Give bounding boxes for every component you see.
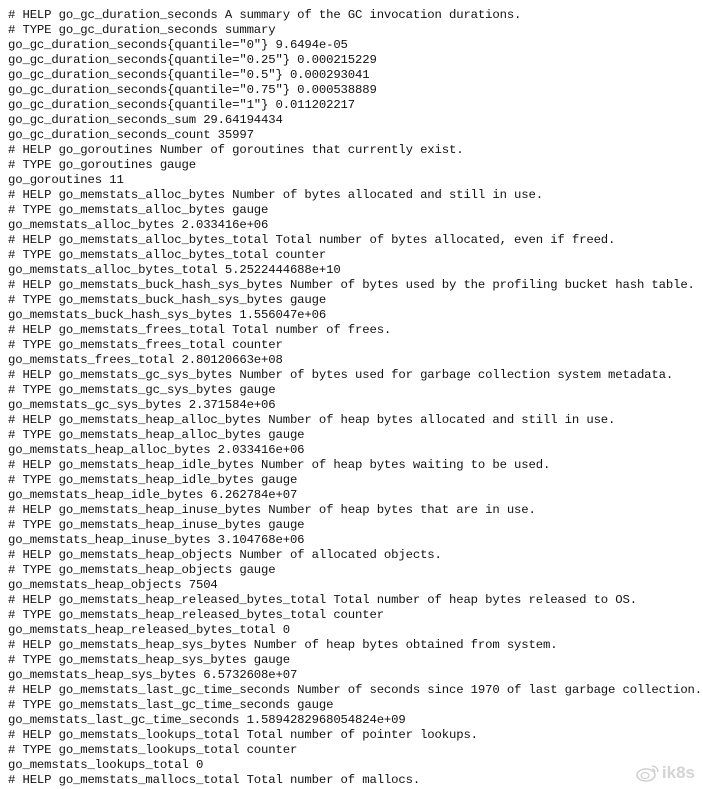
metric-sample-line: go_gc_duration_seconds{quantile="0.75"} … [8, 83, 377, 97]
metric-sample-line: go_memstats_heap_sys_bytes 6.5732608e+07 [8, 668, 298, 682]
type-comment-line: # TYPE go_memstats_heap_sys_bytes gauge [8, 653, 290, 667]
metric-sample-line: go_memstats_last_gc_time_seconds 1.58942… [8, 713, 406, 727]
metric-sample-line: go_memstats_heap_objects 7504 [8, 578, 218, 592]
type-comment-line: # TYPE go_memstats_alloc_bytes gauge [8, 203, 269, 217]
help-comment-line: # HELP go_memstats_lookups_total Total n… [8, 728, 478, 742]
type-comment-line: # TYPE go_goroutines gauge [8, 158, 196, 172]
type-comment-line: # TYPE go_memstats_buck_hash_sys_bytes g… [8, 293, 327, 307]
metric-sample-line: go_memstats_heap_released_bytes_total 0 [8, 623, 290, 637]
metric-sample-line: go_gc_duration_seconds{quantile="0.25"} … [8, 53, 377, 67]
metric-sample-line: go_memstats_frees_total 2.80120663e+08 [8, 353, 283, 367]
metric-sample-line: go_memstats_buck_hash_sys_bytes 1.556047… [8, 308, 327, 322]
help-comment-line: # HELP go_memstats_mallocs_total Total n… [8, 773, 421, 787]
watermark: ik8s [636, 763, 695, 783]
help-comment-line: # HELP go_memstats_frees_total Total num… [8, 323, 392, 337]
type-comment-line: # TYPE go_memstats_lookups_total counter [8, 743, 298, 757]
help-comment-line: # HELP go_memstats_heap_sys_bytes Number… [8, 638, 558, 652]
type-comment-line: # TYPE go_memstats_gc_sys_bytes gauge [8, 383, 276, 397]
watermark-text: ik8s [661, 763, 695, 782]
metric-sample-line: go_gc_duration_seconds_count 35997 [8, 128, 254, 142]
metric-sample-line: go_memstats_alloc_bytes_total 5.25224446… [8, 263, 341, 277]
metric-sample-line: go_memstats_lookups_total 0 [8, 758, 204, 772]
metric-sample-line: go_memstats_heap_alloc_bytes 2.033416e+0… [8, 443, 305, 457]
help-comment-line: # HELP go_memstats_last_gc_time_seconds … [8, 683, 703, 697]
type-comment-line: # TYPE go_memstats_heap_idle_bytes gauge [8, 473, 298, 487]
metric-sample-line: go_gc_duration_seconds{quantile="0.5"} 0… [8, 68, 370, 82]
weibo-icon [636, 764, 660, 782]
metrics-text-output: # HELP go_gc_duration_seconds A summary … [0, 0, 703, 788]
type-comment-line: # TYPE go_memstats_last_gc_time_seconds … [8, 698, 334, 712]
metric-sample-line: go_gc_duration_seconds_sum 29.64194434 [8, 113, 283, 127]
help-comment-line: # HELP go_memstats_heap_objects Number o… [8, 548, 442, 562]
type-comment-line: # TYPE go_memstats_alloc_bytes_total cou… [8, 248, 327, 262]
metric-sample-line: go_goroutines 11 [8, 173, 124, 187]
metric-sample-line: go_memstats_heap_idle_bytes 6.262784e+07 [8, 488, 298, 502]
type-comment-line: # TYPE go_gc_duration_seconds summary [8, 23, 276, 37]
metric-sample-line: go_memstats_heap_inuse_bytes 3.104768e+0… [8, 533, 305, 547]
help-comment-line: # HELP go_memstats_alloc_bytes Number of… [8, 188, 543, 202]
metric-sample-line: go_memstats_alloc_bytes 2.033416e+06 [8, 218, 269, 232]
type-comment-line: # TYPE go_memstats_heap_objects gauge [8, 563, 276, 577]
type-comment-line: # TYPE go_memstats_heap_alloc_bytes gaug… [8, 428, 305, 442]
help-comment-line: # HELP go_gc_duration_seconds A summary … [8, 8, 522, 22]
help-comment-line: # HELP go_memstats_heap_inuse_bytes Numb… [8, 503, 536, 517]
type-comment-line: # TYPE go_memstats_heap_released_bytes_t… [8, 608, 384, 622]
help-comment-line: # HELP go_memstats_alloc_bytes_total Tot… [8, 233, 616, 247]
help-comment-line: # HELP go_memstats_heap_idle_bytes Numbe… [8, 458, 551, 472]
help-comment-line: # HELP go_memstats_heap_alloc_bytes Numb… [8, 413, 616, 427]
help-comment-line: # HELP go_memstats_gc_sys_bytes Number o… [8, 368, 674, 382]
metric-sample-line: go_gc_duration_seconds{quantile="0"} 9.6… [8, 38, 348, 52]
help-comment-line: # HELP go_memstats_buck_hash_sys_bytes N… [8, 278, 695, 292]
help-comment-line: # HELP go_memstats_heap_released_bytes_t… [8, 593, 637, 607]
help-comment-line: # HELP go_goroutines Number of goroutine… [8, 143, 464, 157]
metric-sample-line: go_gc_duration_seconds{quantile="1"} 0.0… [8, 98, 356, 112]
metric-sample-line: go_memstats_gc_sys_bytes 2.371584e+06 [8, 398, 276, 412]
type-comment-line: # TYPE go_memstats_frees_total counter [8, 338, 283, 352]
type-comment-line: # TYPE go_memstats_heap_inuse_bytes gaug… [8, 518, 305, 532]
